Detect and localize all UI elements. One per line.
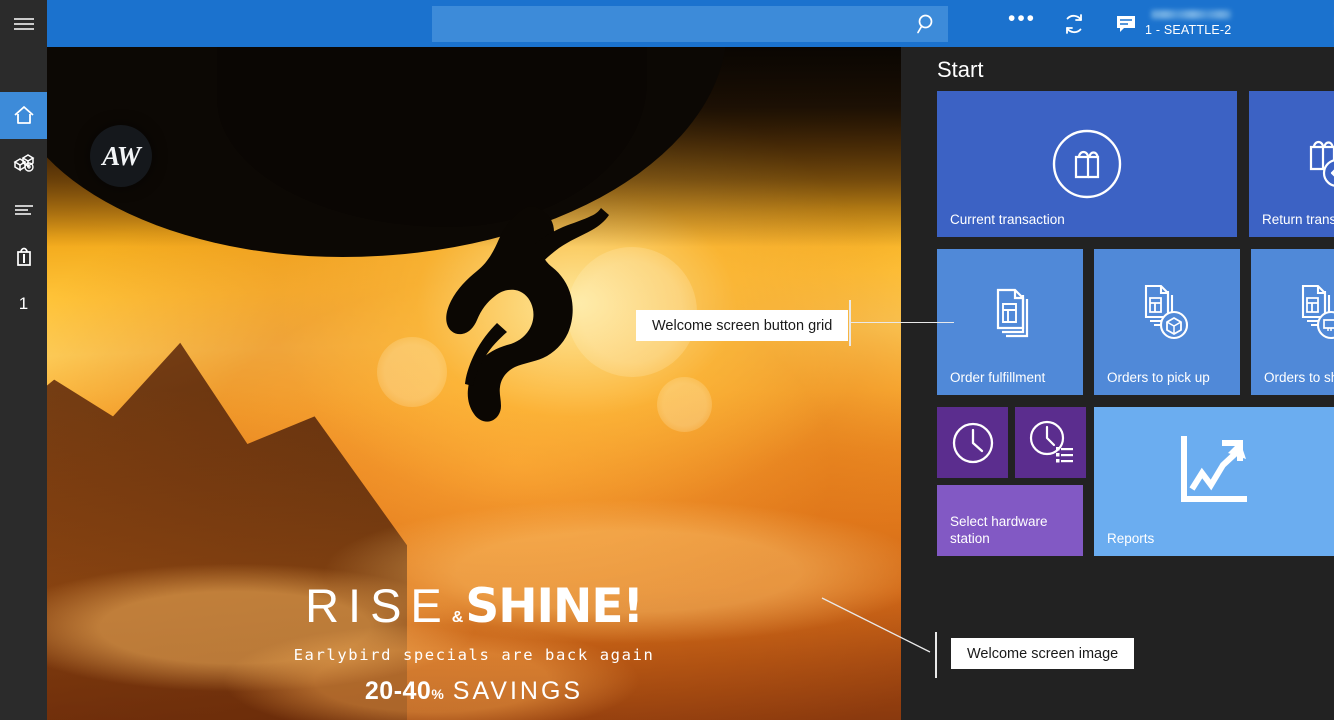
tile-reports[interactable]: Reports	[1094, 407, 1334, 556]
tile-label: Orders to ship	[1264, 369, 1334, 386]
start-panel: Start Current transaction	[901, 47, 1334, 720]
tile-label: Reports	[1107, 530, 1154, 547]
inventory-icon[interactable]	[0, 139, 47, 186]
clock-icon	[937, 407, 1008, 478]
promo-headline: RISE & SHINE!	[47, 582, 901, 630]
welcome-screen-image: AW RISE & SHINE! Earlybird specials are …	[47, 47, 901, 720]
message-icon[interactable]	[1111, 9, 1141, 39]
callout-leader-vertical	[935, 632, 937, 678]
promo-savings-number: 20-40	[365, 677, 431, 706]
promo-savings-percent: %	[431, 686, 443, 702]
search-input[interactable]	[432, 6, 906, 42]
top-app-bar: ••• 1 - SEATTLE-2	[47, 0, 1334, 47]
pos-welcome-screen: AW RISE & SHINE! Earlybird specials are …	[0, 0, 1334, 720]
store-register-label: 1 - SEATTLE-2	[1145, 23, 1231, 37]
promo-savings: 20-40 % SAVINGS	[47, 677, 901, 706]
clock-list-icon	[1015, 407, 1086, 478]
search-box[interactable]	[432, 6, 948, 42]
callout-leader-horizontal	[849, 322, 954, 323]
promo-headline-ampersand: &	[451, 610, 466, 626]
promo-headline-bold: SHINE!	[465, 583, 643, 630]
annotation-welcome-screen-button-grid: Welcome screen button grid	[636, 310, 848, 341]
cart-icon[interactable]	[0, 233, 47, 280]
tile-label: Order fulfillment	[950, 369, 1045, 386]
tile-label: Orders to pick up	[1107, 369, 1210, 386]
tile-order-fulfillment[interactable]: Order fulfillment	[937, 249, 1083, 395]
store-logo: AW	[90, 125, 152, 187]
menu-icon[interactable]	[0, 0, 47, 47]
lens-flare	[657, 377, 712, 432]
promo-headline-light: RISE	[305, 582, 451, 629]
page-title: Start	[937, 57, 983, 83]
tile-return-transaction[interactable]: Return transaction	[1249, 91, 1334, 237]
tile-time-clock[interactable]	[937, 407, 1008, 478]
promo-subline: Earlybird specials are back again	[47, 646, 901, 664]
callout-leader-diagonal	[820, 596, 940, 658]
tile-orders-to-ship[interactable]: Orders to ship	[1251, 249, 1334, 395]
tile-time-entries[interactable]	[1015, 407, 1086, 478]
tile-current-transaction[interactable]: Current transaction	[937, 91, 1237, 237]
tile-select-hardware-station[interactable]: Select hardware station	[937, 485, 1083, 556]
annotation-welcome-screen-image: Welcome screen image	[951, 638, 1134, 669]
journal-icon[interactable]	[0, 186, 47, 233]
search-icon[interactable]	[906, 13, 948, 35]
rail-spacer	[0, 47, 47, 92]
rail-count-badge[interactable]: 1	[0, 280, 47, 327]
home-icon[interactable]	[0, 92, 47, 139]
callout-leader-vertical	[849, 300, 851, 346]
tile-orders-to-pick-up[interactable]: Orders to pick up	[1094, 249, 1240, 395]
tile-label: Return transaction	[1262, 211, 1334, 228]
refresh-icon[interactable]	[1059, 9, 1089, 39]
navigation-rail: 1	[0, 0, 47, 720]
climber-silhouette	[377, 197, 657, 447]
promo-savings-word: SAVINGS	[444, 677, 583, 706]
topbar-actions: •••	[1007, 0, 1141, 47]
tile-label: Select hardware station	[950, 513, 1083, 547]
more-options-icon[interactable]: •••	[1007, 9, 1037, 39]
user-info[interactable]: 1 - SEATTLE-2	[1145, 0, 1243, 47]
user-name-redacted	[1151, 10, 1231, 19]
promo-banner: RISE & SHINE! Earlybird specials are bac…	[47, 582, 901, 706]
tile-label: Current transaction	[950, 211, 1065, 228]
